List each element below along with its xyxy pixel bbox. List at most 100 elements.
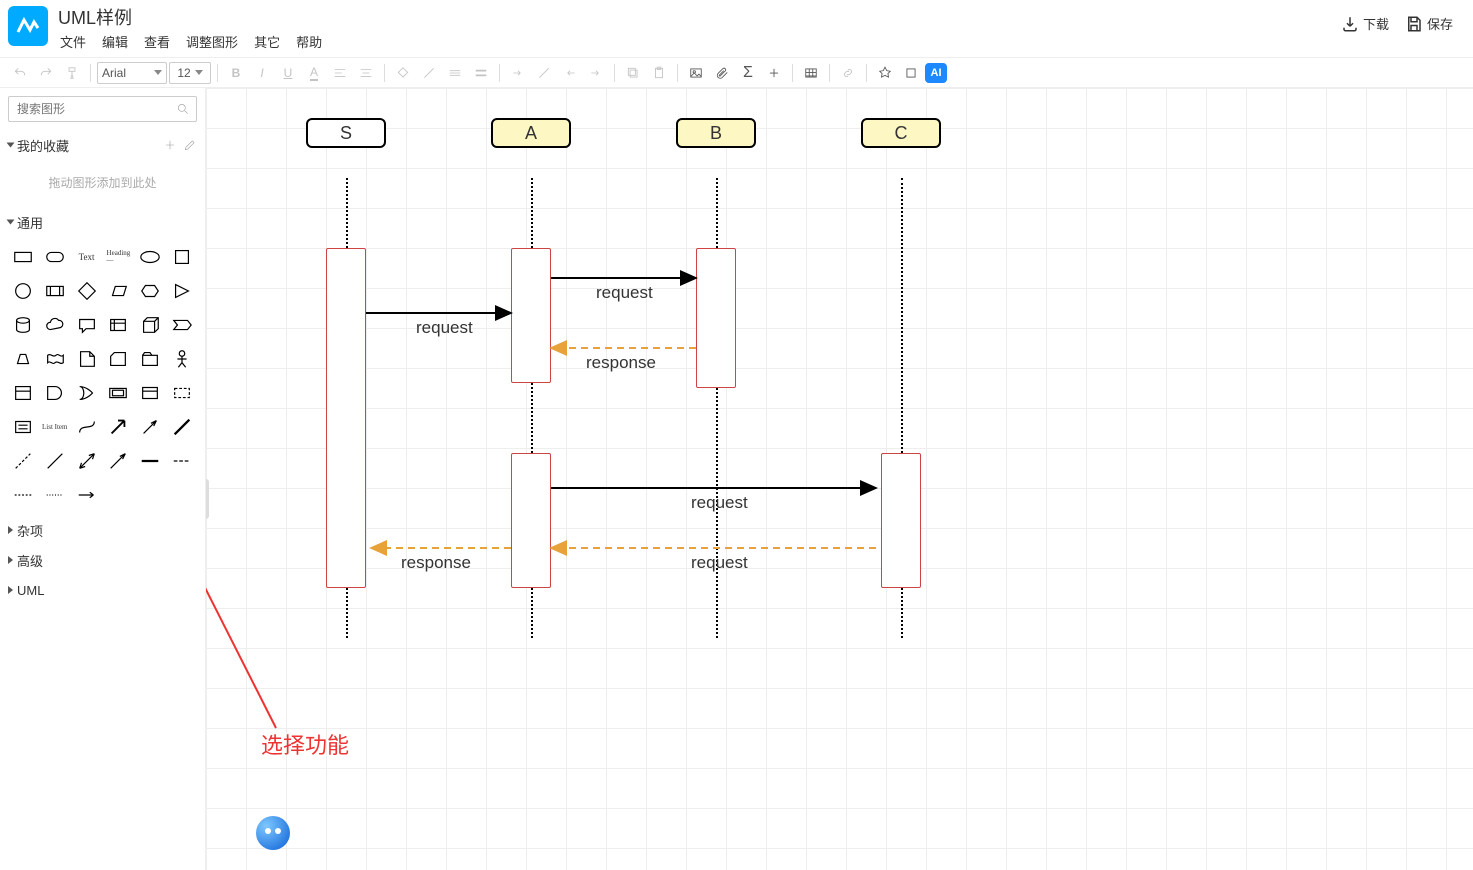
shape-curve[interactable] (74, 413, 100, 441)
download-button[interactable]: 下载 (1341, 14, 1389, 33)
shape-parallelogram[interactable] (106, 277, 132, 305)
message-label[interactable]: request (416, 318, 473, 338)
fill-color-button[interactable] (391, 61, 415, 85)
shape-callout[interactable] (74, 311, 100, 339)
message-label[interactable]: response (586, 353, 656, 373)
pin-button[interactable] (873, 61, 897, 85)
line-width-button[interactable] (469, 61, 493, 85)
shape-hline-dash2[interactable] (10, 481, 36, 509)
font-size-select[interactable]: 12 (169, 62, 211, 84)
undo-button[interactable] (8, 61, 32, 85)
shape-hline[interactable] (137, 447, 163, 475)
lifeline[interactable] (346, 588, 348, 638)
menu-other[interactable]: 其它 (254, 32, 280, 51)
shape-cylinder[interactable] (10, 311, 36, 339)
message-label[interactable]: request (691, 493, 748, 513)
panel-general[interactable]: 通用 (0, 207, 205, 237)
lifeline[interactable] (716, 388, 718, 638)
shape-arrow-open[interactable] (106, 447, 132, 475)
shape-circle[interactable] (10, 277, 36, 305)
activation-bar[interactable] (881, 453, 921, 588)
document-title[interactable]: UML样例 (56, 0, 322, 32)
shape-line-dashed[interactable] (10, 447, 36, 475)
message-label[interactable]: request (596, 283, 653, 303)
menu-file[interactable]: 文件 (60, 32, 86, 51)
shape-dashed-rect[interactable] (169, 379, 195, 407)
lifeline[interactable] (901, 588, 903, 638)
font-family-select[interactable]: Arial (97, 62, 167, 84)
shape-hline-dot[interactable] (42, 481, 68, 509)
shape-round-rect[interactable] (42, 243, 68, 271)
shape-line-thin[interactable] (42, 447, 68, 475)
attachment-button[interactable] (710, 61, 734, 85)
arrow-end-button[interactable] (584, 61, 608, 85)
shape-search[interactable] (8, 96, 197, 122)
shape-note[interactable] (74, 345, 100, 373)
font-color-button[interactable]: A (302, 61, 326, 85)
formula-button[interactable]: Σ (736, 61, 760, 85)
table-button[interactable] (799, 61, 823, 85)
copy-button[interactable] (621, 61, 645, 85)
activation-bar[interactable] (511, 453, 551, 588)
italic-button[interactable]: I (250, 61, 274, 85)
shape-or[interactable] (74, 379, 100, 407)
shape-trapezoid[interactable] (10, 345, 36, 373)
lifeline[interactable] (531, 588, 533, 638)
shape-diamond[interactable] (74, 277, 100, 305)
shape-step[interactable] (169, 311, 195, 339)
shape-cube[interactable] (137, 311, 163, 339)
lifeline[interactable] (531, 178, 533, 248)
connector-button[interactable] (506, 61, 530, 85)
shape-and[interactable] (42, 379, 68, 407)
shape-textbox[interactable]: Heading— (106, 243, 132, 271)
menu-help[interactable]: 帮助 (296, 32, 322, 51)
shape-listitem[interactable]: List Item (42, 413, 68, 441)
panel-advanced[interactable]: 高级 (0, 545, 205, 575)
bold-button[interactable]: B (224, 61, 248, 85)
underline-button[interactable]: U (276, 61, 300, 85)
shape-hline-arrow[interactable] (74, 481, 100, 509)
menu-adjust[interactable]: 调整图形 (186, 32, 238, 51)
sidebar-resize-handle[interactable] (206, 479, 209, 519)
shape-line-diag[interactable] (169, 413, 195, 441)
layers-button[interactable] (899, 61, 923, 85)
shape-triangle[interactable] (169, 277, 195, 305)
line-style-button[interactable] (443, 61, 467, 85)
menu-view[interactable]: 查看 (144, 32, 170, 51)
lifeline[interactable] (716, 178, 718, 248)
lifeline-head[interactable]: S (306, 118, 386, 148)
link-button[interactable] (836, 61, 860, 85)
shape-text[interactable]: Text (74, 243, 100, 271)
lifeline[interactable] (901, 178, 903, 453)
shape-actor[interactable] (169, 345, 195, 373)
shape-list[interactable] (10, 413, 36, 441)
redo-button[interactable] (34, 61, 58, 85)
panel-uml[interactable]: UML (0, 575, 205, 605)
shape-arrow-ne-open[interactable] (137, 413, 163, 441)
lifeline-head[interactable]: C (861, 118, 941, 148)
lifeline-head[interactable]: B (676, 118, 756, 148)
plus-icon[interactable] (163, 138, 177, 152)
lifeline[interactable] (346, 178, 348, 248)
panel-misc[interactable]: 杂项 (0, 515, 205, 545)
shape-hexagon[interactable] (137, 277, 163, 305)
shape-cloud[interactable] (42, 311, 68, 339)
format-painter-button[interactable] (60, 61, 84, 85)
lifeline[interactable] (531, 383, 533, 453)
add-button[interactable] (762, 61, 786, 85)
paste-button[interactable] (647, 61, 671, 85)
shape-square[interactable] (169, 243, 195, 271)
save-button[interactable]: 保存 (1405, 14, 1453, 33)
shape-bidir[interactable] (74, 447, 100, 475)
valign-button[interactable] (354, 61, 378, 85)
panel-favorites[interactable]: 我的收藏 (0, 130, 205, 160)
shape-card[interactable] (106, 345, 132, 373)
activation-bar[interactable] (326, 248, 366, 588)
shape-tape[interactable] (42, 345, 68, 373)
shape-arrow-ne[interactable] (106, 413, 132, 441)
assistant-bot-icon[interactable] (256, 816, 290, 850)
activation-bar[interactable] (511, 248, 551, 383)
message-label[interactable]: request (691, 553, 748, 573)
lifeline-head[interactable]: A (491, 118, 571, 148)
shape-process[interactable] (42, 277, 68, 305)
